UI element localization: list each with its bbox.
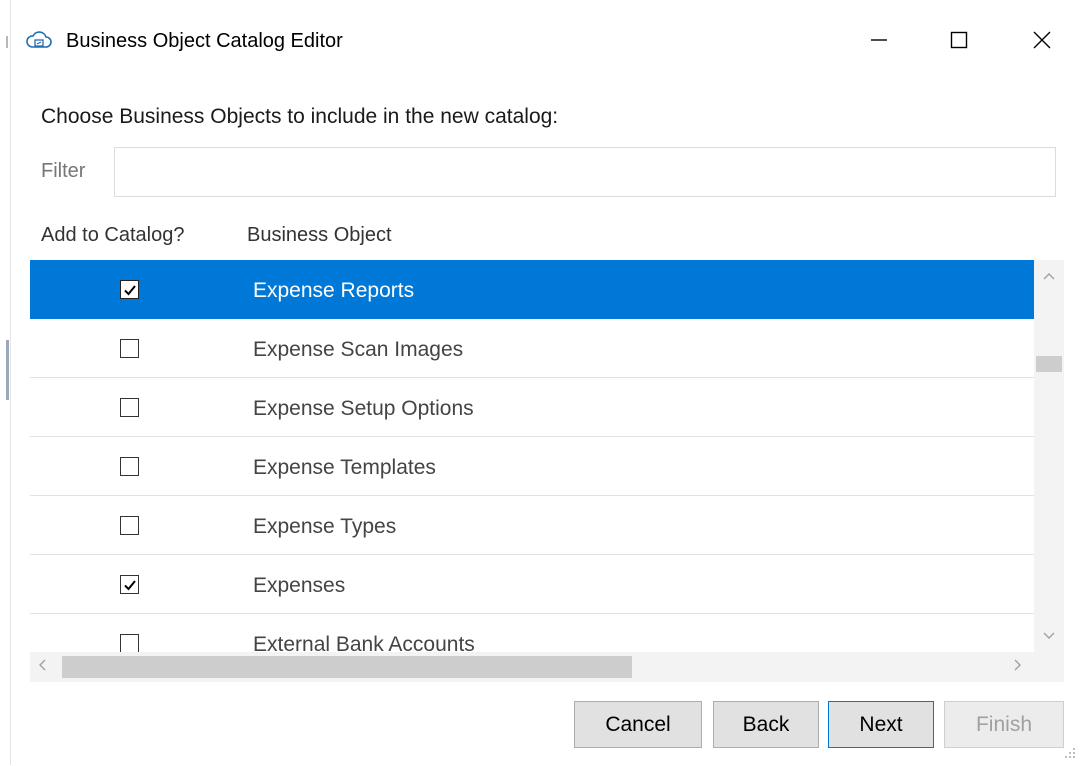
include-checkbox[interactable]: [120, 575, 139, 594]
list-row-expense-types[interactable]: Expense Types: [30, 496, 1034, 555]
minimize-button[interactable]: [849, 20, 909, 60]
business-object-list[interactable]: Expense Reports Expense Scan Images Expe…: [30, 260, 1034, 652]
background-window-fragment: [6, 340, 9, 400]
close-button[interactable]: [1012, 20, 1072, 60]
include-checkbox[interactable]: [120, 280, 139, 299]
list-row-external-bank-accounts[interactable]: External Bank Accounts: [30, 614, 1034, 652]
filter-label: Filter: [41, 160, 86, 182]
scroll-up-button[interactable]: [1034, 264, 1064, 290]
include-checkbox[interactable]: [120, 339, 139, 358]
next-button[interactable]: Next: [828, 701, 934, 748]
list-row-expense-setup-options[interactable]: Expense Setup Options: [30, 378, 1034, 437]
scroll-down-button[interactable]: [1034, 624, 1064, 650]
catalog-editor-window: Business Object Catalog Editor Choose Bu…: [0, 0, 1082, 765]
include-checkbox[interactable]: [120, 516, 139, 535]
chevron-left-icon: [37, 658, 47, 677]
list-row-expenses[interactable]: Expenses: [30, 555, 1034, 614]
list-row-expense-reports[interactable]: Expense Reports: [30, 260, 1034, 319]
close-icon: [1032, 30, 1052, 50]
resize-grip-icon[interactable]: [1058, 741, 1078, 761]
cloud-icon: [25, 28, 53, 52]
vertical-scrollbar[interactable]: [1034, 260, 1064, 652]
column-header-business-object: Business Object: [247, 224, 392, 246]
chevron-down-icon: [1042, 628, 1056, 646]
list-row-label: Expenses: [253, 574, 346, 597]
finish-button: Finish: [944, 701, 1064, 748]
scroll-right-button[interactable]: [1006, 652, 1030, 682]
window-left-edge: [10, 0, 11, 765]
list-row-expense-scan-images[interactable]: Expense Scan Images: [30, 319, 1034, 378]
minimize-icon: [869, 30, 889, 50]
list-row-label: Expense Setup Options: [253, 397, 474, 420]
list-row-label: Expense Types: [253, 515, 397, 538]
include-checkbox[interactable]: [120, 457, 139, 476]
filter-input[interactable]: [114, 147, 1056, 197]
cancel-button[interactable]: Cancel: [574, 701, 702, 748]
background-window-fragment: [6, 36, 8, 48]
scroll-left-button[interactable]: [30, 652, 54, 682]
list-row-label: Expense Templates: [253, 456, 436, 479]
instruction-text: Choose Business Objects to include in th…: [41, 105, 559, 128]
checkmark-icon: [123, 579, 136, 590]
list-row-label: External Bank Accounts: [253, 633, 475, 652]
title-bar[interactable]: Business Object Catalog Editor: [12, 0, 1082, 80]
include-checkbox[interactable]: [120, 398, 139, 417]
vertical-scroll-thumb[interactable]: [1036, 356, 1062, 372]
list-row-label: Expense Scan Images: [253, 338, 464, 361]
horizontal-scrollbar[interactable]: [30, 652, 1034, 682]
horizontal-scroll-thumb[interactable]: [62, 656, 632, 678]
checkmark-icon: [123, 284, 136, 295]
chevron-right-icon: [1013, 658, 1023, 677]
window-title: Business Object Catalog Editor: [66, 30, 343, 52]
back-button[interactable]: Back: [713, 701, 819, 748]
maximize-button[interactable]: [929, 20, 989, 60]
column-header-add-to-catalog: Add to Catalog?: [41, 224, 185, 246]
scrollbar-corner: [1034, 652, 1064, 682]
list-row-label: Expense Reports: [253, 279, 415, 302]
maximize-icon: [949, 30, 969, 50]
include-checkbox[interactable]: [120, 634, 139, 652]
list-row-expense-templates[interactable]: Expense Templates: [30, 437, 1034, 496]
chevron-up-icon: [1042, 268, 1056, 286]
